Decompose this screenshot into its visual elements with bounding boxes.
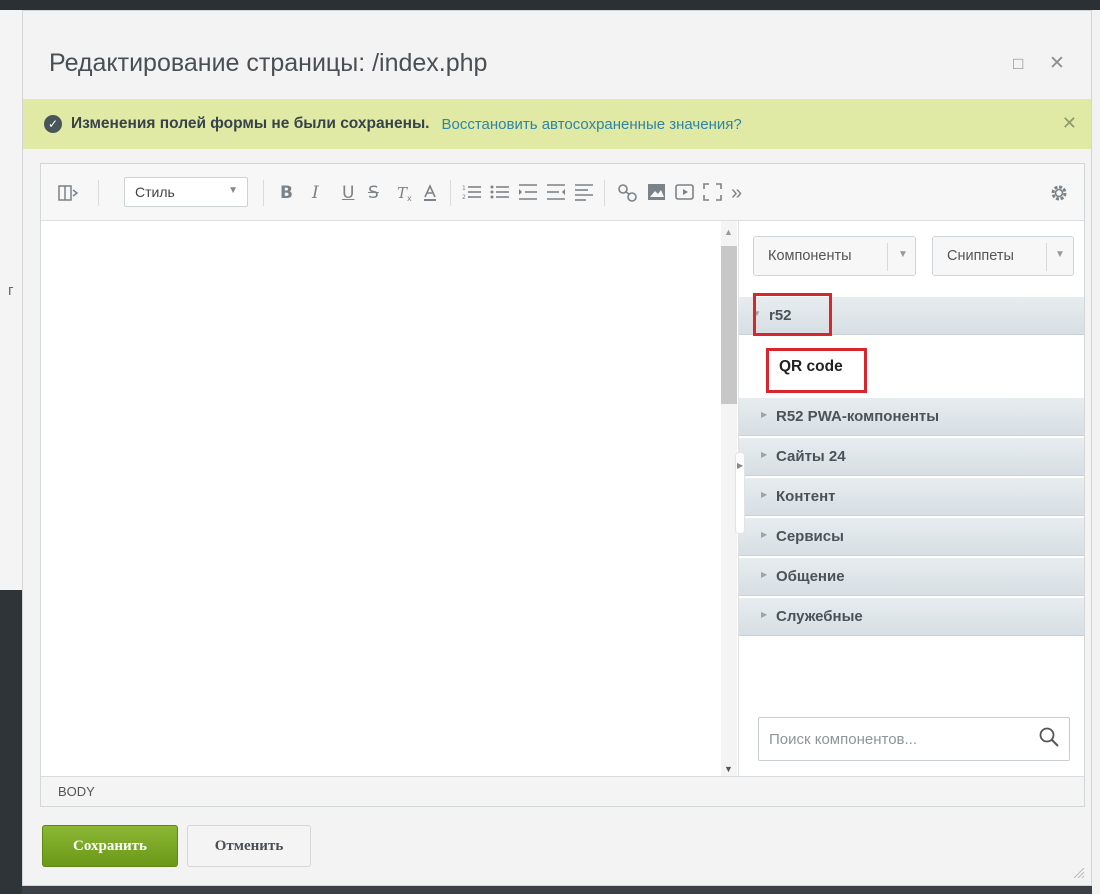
svg-text:x: x (407, 194, 412, 203)
chevron-down-icon[interactable]: ▼ (898, 249, 908, 260)
unsaved-notice: ✓ Изменения полей формы не были сохранен… (23, 99, 1091, 149)
notice-close-icon[interactable]: ✕ (1062, 113, 1077, 134)
element-path[interactable]: BODY (58, 784, 95, 799)
svg-text:2: 2 (462, 194, 466, 201)
tree-item-services[interactable]: ▶ Сервисы (739, 518, 1084, 556)
background-right (1092, 10, 1100, 894)
button-divider (1046, 243, 1047, 271)
font-color-icon[interactable] (421, 183, 439, 208)
toolbar-divider (98, 180, 99, 206)
style-select-label: Стиль (135, 184, 175, 200)
collapsed-arrow-icon: ▶ (761, 610, 768, 619)
edit-page-dialog: Редактирование страницы: /index.php □ ✕ … (22, 10, 1092, 886)
outdent-icon[interactable] (546, 183, 566, 206)
components-panel: Компоненты ▼ Сниппеты ▼ ▼ r52 QR code ▶ … (738, 221, 1084, 776)
image-icon[interactable] (647, 183, 667, 206)
search-icon[interactable] (1038, 726, 1060, 748)
chevron-down-icon: ▼ (228, 185, 238, 196)
component-search-input[interactable] (759, 718, 1039, 760)
check-circle-icon: ✓ (44, 115, 62, 133)
tree-item-label: Сервисы (776, 528, 844, 545)
scroll-up-icon[interactable]: ▲ (724, 227, 733, 237)
toggle-view-icon[interactable] (57, 183, 79, 208)
tree-item-label: Общение (776, 568, 845, 585)
collapsed-arrow-icon: ▶ (761, 530, 768, 539)
tree-item-system[interactable]: ▶ Служебные (739, 598, 1084, 636)
toolbar-divider (263, 180, 264, 206)
tree-item-content[interactable]: ▶ Контент (739, 478, 1084, 516)
background-text: г (8, 282, 14, 299)
components-label: Компоненты (768, 248, 852, 264)
panel-split-handle[interactable]: ▶ (735, 452, 745, 534)
italic-button[interactable]: I (312, 183, 319, 203)
background-top (0, 0, 1100, 10)
html-editor: Стиль ▼ B I U S Tx 12 » ▲ ▼ Компоненты ▼… (40, 163, 1085, 807)
component-search (758, 717, 1070, 761)
notice-message: Изменения полей формы не были сохранены. (71, 115, 430, 132)
ordered-list-icon[interactable]: 12 (462, 183, 482, 206)
editor-content-area[interactable] (41, 221, 721, 776)
components-button[interactable]: Компоненты ▼ (753, 236, 916, 276)
style-select[interactable]: Стиль ▼ (124, 177, 248, 207)
dialog-title: Редактирование страницы: /index.php (49, 49, 488, 77)
highlight-box (753, 293, 832, 336)
fullscreen-icon[interactable] (703, 183, 723, 206)
align-left-icon[interactable] (574, 183, 594, 206)
button-divider (887, 243, 888, 271)
close-icon[interactable]: ✕ (1049, 54, 1065, 73)
collapse-arrow-icon: ▶ (737, 461, 744, 470)
collapsed-arrow-icon: ▶ (761, 450, 768, 459)
highlight-box (766, 348, 867, 393)
tree-item-r52-pwa[interactable]: ▶ R52 PWA-компоненты (739, 398, 1084, 436)
gear-icon[interactable] (1049, 183, 1069, 208)
svg-text:1: 1 (462, 185, 466, 192)
indent-icon[interactable] (518, 183, 538, 206)
cancel-button[interactable]: Отменить (187, 825, 311, 867)
toolbar-divider (450, 180, 451, 206)
maximize-icon[interactable]: □ (1013, 55, 1023, 73)
snippets-label: Сниппеты (947, 248, 1014, 264)
tree-item-label: Сайты 24 (776, 448, 846, 465)
strikethrough-button[interactable]: S (368, 183, 379, 203)
tree-item-sites24[interactable]: ▶ Сайты 24 (739, 438, 1084, 476)
resize-grip-icon[interactable] (1071, 865, 1085, 879)
collapsed-arrow-icon: ▶ (761, 570, 768, 579)
restore-autosave-link[interactable]: Восстановить автосохраненные значения? (442, 116, 742, 133)
collapsed-arrow-icon: ▶ (761, 410, 768, 419)
tree-item-communication[interactable]: ▶ Общение (739, 558, 1084, 596)
video-icon[interactable] (675, 183, 695, 206)
tree-item-label: R52 PWA-компоненты (776, 408, 940, 425)
bullet-list-icon[interactable] (490, 183, 510, 206)
editor-statusbar: BODY (41, 776, 1084, 806)
scroll-down-icon[interactable]: ▼ (724, 764, 733, 774)
more-tools-icon[interactable]: » (731, 183, 742, 203)
clear-format-icon[interactable]: Tx (395, 183, 415, 208)
bold-button[interactable]: B (280, 183, 293, 203)
snippets-button[interactable]: Сниппеты ▼ (932, 236, 1074, 276)
tree-item-label: Контент (776, 488, 836, 505)
underline-button[interactable]: U (342, 183, 354, 203)
scrollbar-thumb[interactable] (721, 246, 737, 404)
collapsed-arrow-icon: ▶ (761, 490, 768, 499)
background-left (0, 10, 22, 894)
save-button[interactable]: Сохранить (42, 825, 178, 867)
toolbar-divider (604, 180, 605, 206)
chevron-down-icon[interactable]: ▼ (1055, 249, 1065, 260)
link-icon[interactable] (617, 183, 639, 208)
editor-toolbar: Стиль ▼ B I U S Tx 12 » (41, 164, 1084, 221)
tree-item-label: Служебные (776, 608, 863, 625)
